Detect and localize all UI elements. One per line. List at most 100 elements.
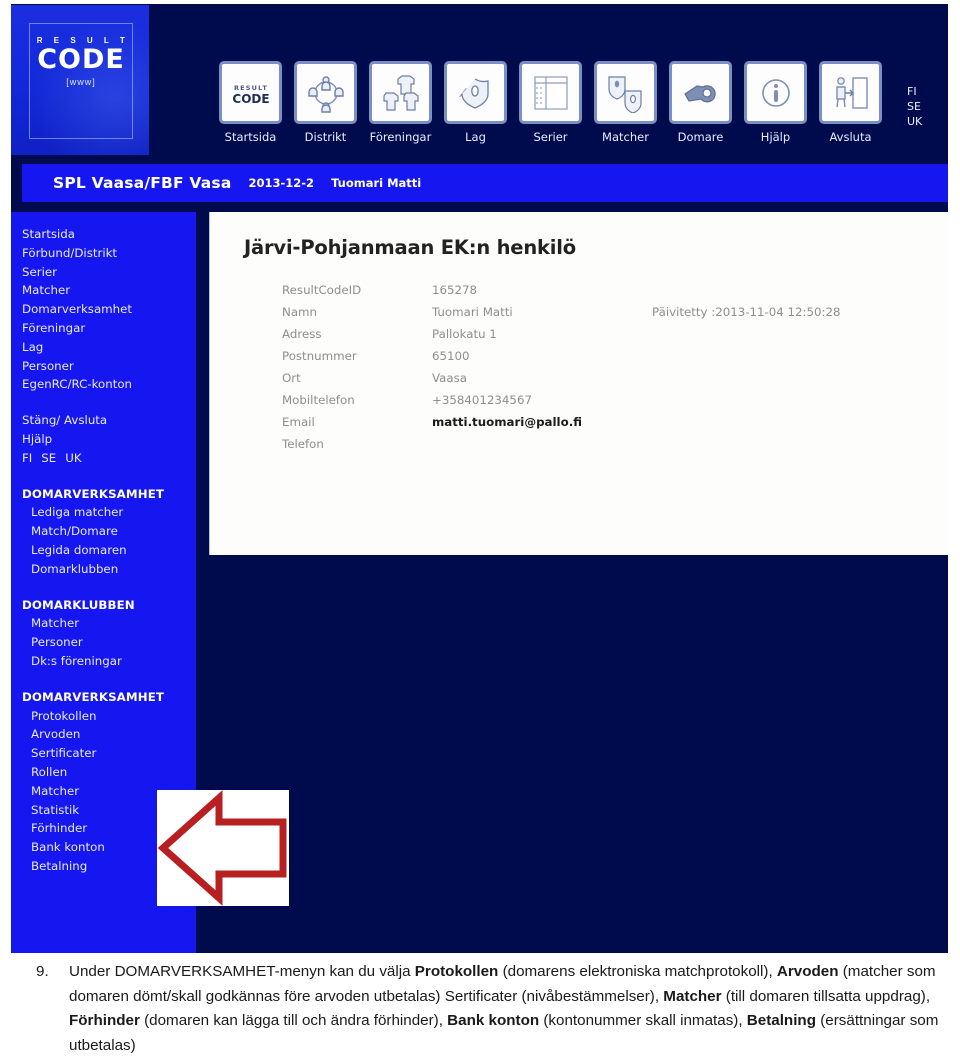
header-lang-fi[interactable]: FI — [907, 84, 922, 99]
sidebar-item-matcher[interactable]: Matcher — [22, 281, 196, 300]
nav-label: Domare — [677, 130, 724, 144]
detail-row-ort: Ort Vaasa — [282, 367, 840, 389]
sidebar-item-arvoden[interactable]: Arvoden — [22, 725, 196, 744]
detail-row-namn: Namn Tuomari Matti Päivitetty :2013-11-0… — [282, 301, 840, 323]
nav-label: Startsida — [224, 130, 277, 144]
sidebar-item-serier[interactable]: Serier — [22, 263, 196, 282]
caption-run: (till domaren tillsatta uppdrag), — [721, 987, 931, 1005]
sidebar-item-domarklubben[interactable]: Domarklubben — [22, 560, 196, 579]
sidebar-item-personer[interactable]: Personer — [22, 357, 196, 376]
logo-www-text: [www] — [66, 77, 96, 87]
nav-button-hjalp[interactable]: Hjälp — [744, 61, 807, 144]
context-bar: SPL Vaasa/FBF Vasa 2013-12-2 Tuomari Mat… — [22, 164, 948, 202]
sidebar-lang-uk[interactable]: UK — [65, 449, 81, 468]
sidebar-item-dk-matcher[interactable]: Matcher — [22, 614, 196, 633]
nav-button-startsida[interactable]: RESULT CODE Startsida — [219, 61, 282, 144]
detail-label: ResultCodeID — [282, 283, 362, 297]
sidebar-item-lag[interactable]: Lag — [22, 338, 196, 357]
caption-number: 9. — [36, 963, 49, 980]
sidebar-lang-se[interactable]: SE — [41, 449, 56, 468]
sidebar-item-lediga-matcher[interactable]: Lediga matcher — [22, 503, 196, 522]
annotation-arrow-box — [157, 790, 289, 906]
people-circle-icon — [294, 61, 357, 124]
detail-row-postnummer: Postnummer 65100 — [282, 345, 840, 367]
nav-button-foreningar[interactable]: Föreningar — [369, 61, 432, 144]
caption-run: (domarens elektroniska matchprotokoll), — [498, 963, 777, 980]
caption-run: (domaren kan lägga till och ändra förhin… — [139, 1012, 448, 1029]
team-shirts-icon — [369, 61, 432, 124]
detail-label: Postnummer — [282, 349, 357, 363]
detail-label: Email — [282, 415, 315, 429]
sidebar-item-stang-avsluta[interactable]: Stäng/ Avsluta — [22, 411, 196, 430]
detail-row-email: Email matti.tuomari@pallo.fi — [282, 411, 840, 433]
sidebar-item-forbund-distrikt[interactable]: Förbund/Distrikt — [22, 244, 196, 263]
left-arrow-icon — [157, 790, 287, 906]
shield-flag-icon — [444, 61, 507, 124]
updated-timestamp: Päivitetty :2013-11-04 12:50:28 — [652, 305, 841, 319]
nav-label: Avsluta — [829, 130, 872, 144]
icon-toolbar: RESULT CODE Startsida Distrikt Föreninga… — [219, 61, 882, 144]
app-header: R E S U L T CODE [www] RESULT CODE Start… — [11, 4, 948, 156]
caption-keyword: Protokollen — [414, 963, 499, 980]
info-circle-icon — [744, 61, 807, 124]
nav-label: Föreningar — [369, 130, 432, 144]
brand-logo: R E S U L T CODE [www] — [11, 5, 149, 155]
nav-button-avsluta[interactable]: Avsluta — [819, 61, 882, 144]
caption-text: Under DOMARVERKSAMHET-menyn kan du välja… — [69, 960, 949, 1058]
sidebar-item-startsida[interactable]: Startsida — [22, 225, 196, 244]
detail-value: Vaasa — [432, 371, 467, 385]
nav-button-serier[interactable]: Serier — [519, 61, 582, 144]
caption-run: Under DOMARVERKSAMHET-menyn kan du välja — [69, 963, 415, 980]
detail-label: Mobiltelefon — [282, 393, 355, 407]
context-organisation: SPL Vaasa/FBF Vasa — [53, 174, 232, 192]
sidebar-item-hjalp[interactable]: Hjälp — [22, 430, 196, 449]
header-language-switcher: FI SE UK — [907, 84, 922, 129]
caption-keyword: Betalning — [746, 1012, 816, 1029]
nav-button-domare[interactable]: Domare — [669, 61, 732, 144]
svg-text:RESULT: RESULT — [233, 84, 267, 92]
sidebar-group-heading-domarverksamhet-1: DOMARVERKSAMHET — [22, 486, 165, 501]
content-panel: Järvi-Pohjanmaan EK:n henkilö ResultCode… — [209, 212, 948, 555]
whistle-icon — [669, 61, 732, 124]
caption-keyword: Arvoden — [776, 963, 839, 980]
header-lang-se[interactable]: SE — [907, 99, 922, 114]
caption-keyword: Bank konton — [447, 1012, 540, 1029]
sidebar-item-match-domare[interactable]: Match/Domare — [22, 522, 196, 541]
nav-button-matcher[interactable]: Matcher — [594, 61, 657, 144]
header-lang-uk[interactable]: UK — [907, 114, 922, 129]
sidebar-item-dk-personer[interactable]: Personer — [22, 633, 196, 652]
brand-logo-frame: R E S U L T CODE [www] — [29, 23, 133, 139]
detail-value: 165278 — [432, 283, 478, 297]
sidebar-item-domarverksamhet[interactable]: Domarverksamhet — [22, 300, 196, 319]
sidebar-item-rollen[interactable]: Rollen — [22, 763, 196, 782]
exit-door-icon — [819, 61, 882, 124]
nav-button-distrikt[interactable]: Distrikt — [294, 61, 357, 144]
detail-row-telefon: Telefon — [282, 433, 840, 455]
sidebar-item-egenrc-konton[interactable]: EgenRC/RC-konton — [22, 375, 196, 394]
nav-label: Hjälp — [760, 130, 791, 144]
detail-label: Ort — [282, 371, 301, 385]
context-date: 2013-12-2 — [248, 176, 315, 190]
caption-run: (kontonummer skall inmatas), — [539, 1012, 747, 1029]
detail-label: Namn — [282, 305, 318, 319]
nav-button-lag[interactable]: Lag — [444, 61, 507, 144]
sidebar-item-dks-foreningar[interactable]: Dk:s föreningar — [22, 652, 196, 671]
detail-row-adress: Adress Pallokatu 1 — [282, 323, 840, 345]
sidebar-item-foreningar[interactable]: Föreningar — [22, 319, 196, 338]
page-title: Järvi-Pohjanmaan EK:n henkilö — [244, 236, 576, 259]
sidebar-item-sertificater[interactable]: Sertificater — [22, 744, 196, 763]
caption-keyword: Förhinder — [69, 1012, 140, 1029]
standings-table-icon — [519, 61, 582, 124]
sidebar-item-legida-domaren[interactable]: Legida domaren — [22, 541, 196, 560]
detail-value: +358401234567 — [432, 393, 532, 407]
application-screenshot: R E S U L T CODE [www] RESULT CODE Start… — [11, 4, 948, 953]
sidebar-item-protokollen[interactable]: Protokollen — [22, 707, 196, 726]
sidebar-lang-fi[interactable]: FI — [22, 449, 32, 468]
two-shields-icon — [594, 61, 657, 124]
detail-row-mobiltelefon: Mobiltelefon +358401234567 — [282, 389, 840, 411]
detail-label: Adress — [282, 327, 322, 341]
